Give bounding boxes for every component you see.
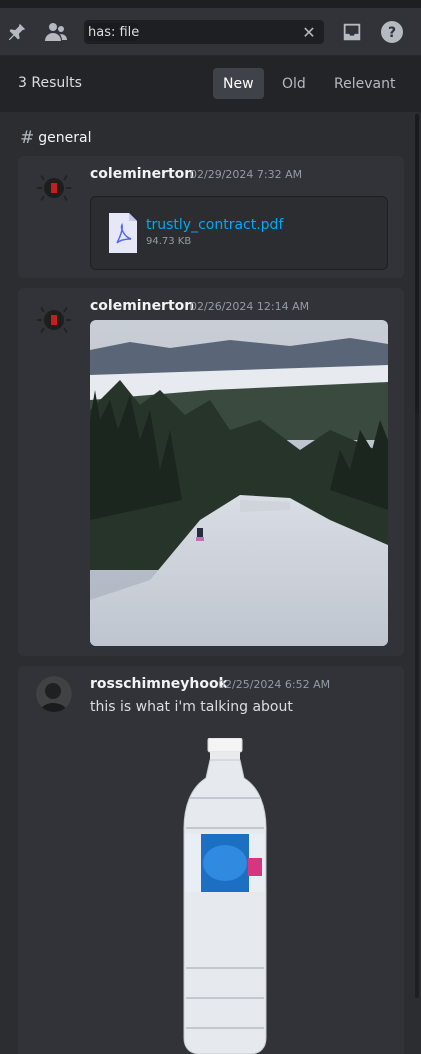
author-name[interactable]: coleminerton	[90, 298, 194, 314]
message-timestamp: 02/29/2024 7:32 AM	[190, 168, 303, 181]
avatar[interactable]	[36, 676, 72, 712]
message-text: this is what i'm talking about	[90, 699, 293, 715]
search-input[interactable]	[84, 20, 294, 44]
sort-old-button[interactable]: Old	[272, 68, 316, 99]
author-name[interactable]: coleminerton	[90, 166, 194, 182]
help-icon[interactable]: ?	[380, 20, 404, 44]
message-timestamp: 02/25/2024 6:52 AM	[218, 678, 331, 691]
avatar[interactable]	[36, 302, 72, 338]
author-name[interactable]: rosschimneyhook	[90, 676, 228, 692]
file-attachment: trustly_contract.pdf 94.73 KB	[90, 196, 388, 270]
search-bar: ✕	[84, 20, 324, 44]
pdf-file-icon	[107, 213, 139, 253]
channel-name: general	[38, 130, 92, 146]
search-result-3[interactable]: rosschimneyhook 02/25/2024 6:52 AM this …	[18, 666, 404, 1054]
search-result-2[interactable]: coleminerton 02/26/2024 12:14 AM	[18, 288, 404, 656]
svg-text:?: ?	[388, 25, 396, 41]
members-icon[interactable]	[44, 20, 68, 44]
scrollbar-thumb[interactable]	[415, 114, 419, 414]
clear-icon[interactable]: ✕	[300, 23, 318, 42]
channel-heading[interactable]: # general	[20, 128, 91, 148]
sort-relevant-button[interactable]: Relevant	[324, 68, 405, 99]
image-attachment-water-bottle[interactable]	[170, 737, 280, 1054]
search-results-panel: 3 Results New Old Relevant # general col…	[0, 56, 421, 1054]
file-name-link[interactable]: trustly_contract.pdf	[146, 217, 283, 233]
results-header: 3 Results New Old Relevant	[0, 56, 421, 112]
avatar[interactable]	[36, 170, 72, 206]
hash-icon: #	[20, 128, 35, 148]
search-result-1[interactable]: coleminerton 02/29/2024 7:32 AM trustly_…	[18, 156, 404, 278]
results-count: 3 Results	[18, 75, 82, 91]
channel-toolbar: ✕ ?	[0, 8, 421, 56]
pin-icon[interactable]	[5, 20, 29, 44]
image-attachment-ski-slope[interactable]	[90, 320, 388, 646]
message-timestamp: 02/26/2024 12:14 AM	[190, 300, 310, 313]
window-titlebar	[0, 0, 421, 8]
file-size: 94.73 KB	[146, 236, 192, 247]
results-list[interactable]: # general coleminerton 02/29/2024 7:32 A…	[0, 112, 421, 1054]
sort-new-button[interactable]: New	[213, 68, 264, 99]
inbox-icon[interactable]	[340, 20, 364, 44]
